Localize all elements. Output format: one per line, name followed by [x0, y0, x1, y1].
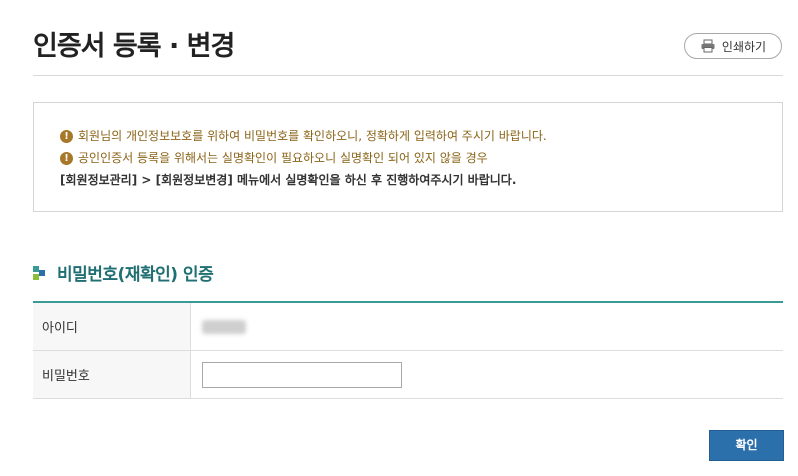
section-heading: 비밀번호(재확인) 인증 [33, 260, 214, 285]
notice-line: ! 회원님의 개인정보보호를 위하여 비밀번호를 확인하오니, 정확하게 입력하… [60, 125, 782, 147]
title-divider [33, 75, 783, 76]
notice-box: ! 회원님의 개인정보보호를 위하여 비밀번호를 확인하오니, 정확하게 입력하… [33, 102, 783, 212]
section-title: 비밀번호(재확인) 인증 [57, 265, 214, 285]
notice-line: ! 공인인증서 등록을 위해서는 실명확인이 필요하오니 실명확인 되어 있지 … [60, 147, 782, 169]
print-button[interactable]: 인쇄하기 [684, 33, 782, 59]
print-button-label: 인쇄하기 [721, 39, 767, 54]
id-value-cell [190, 302, 783, 351]
page-title: 인증서 등록 · 변경 [33, 31, 235, 62]
form-row-password: 비밀번호 [33, 350, 783, 399]
printer-icon [700, 39, 716, 53]
confirm-button[interactable]: 확인 [709, 430, 784, 461]
password-verify-form: 아이디 비밀번호 [33, 301, 783, 399]
square-bullets-icon [33, 265, 45, 280]
exclamation-icon: ! [60, 129, 73, 143]
password-input[interactable] [202, 361, 402, 388]
exclamation-icon: ! [60, 151, 73, 165]
id-value-redacted [202, 319, 246, 334]
notice-text: 공인인증서 등록을 위해서는 실명확인이 필요하오니 실명확인 되어 있지 않을… [78, 151, 488, 165]
password-value-cell [190, 350, 783, 399]
id-label: 아이디 [33, 302, 191, 351]
form-row-id: 아이디 [33, 302, 783, 351]
password-label: 비밀번호 [33, 350, 191, 399]
notice-menu-path-text: [회원정보관리] > [회원정보변경] 메뉴에서 실명확인을 하신 후 진행하여… [60, 173, 517, 187]
notice-text: 회원님의 개인정보보호를 위하여 비밀번호를 확인하오니, 정확하게 입력하여 … [78, 129, 547, 143]
